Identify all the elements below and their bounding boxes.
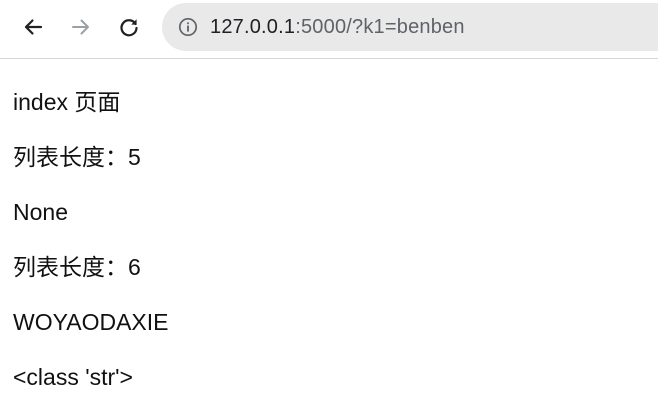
list-length-text-2: 列表长度：6	[13, 254, 141, 280]
reload-icon	[120, 19, 138, 37]
reload-button[interactable]	[111, 9, 147, 45]
forward-button[interactable]	[63, 9, 99, 45]
address-bar[interactable]: 127.0.0.1:5000/?k1=benben	[162, 3, 658, 51]
browser-toolbar: 127.0.0.1:5000/?k1=benben	[0, 0, 658, 59]
url-host: 127.0.0.1	[210, 15, 296, 38]
url-text[interactable]: 127.0.0.1:5000/?k1=benben	[210, 16, 465, 39]
info-icon[interactable]	[178, 17, 198, 37]
back-button[interactable]	[15, 9, 51, 45]
url-path: :5000/?k1=benben	[295, 15, 465, 38]
index-heading-text: index 页面	[13, 89, 121, 115]
none-text: None	[13, 199, 68, 225]
arrow-left-icon	[24, 19, 43, 35]
uppercase-text: WOYAODAXIE	[13, 309, 169, 335]
arrow-right-icon	[72, 19, 89, 35]
list-length-text-1: 列表长度：5	[13, 144, 141, 170]
type-text: <class 'str'>	[13, 364, 133, 390]
